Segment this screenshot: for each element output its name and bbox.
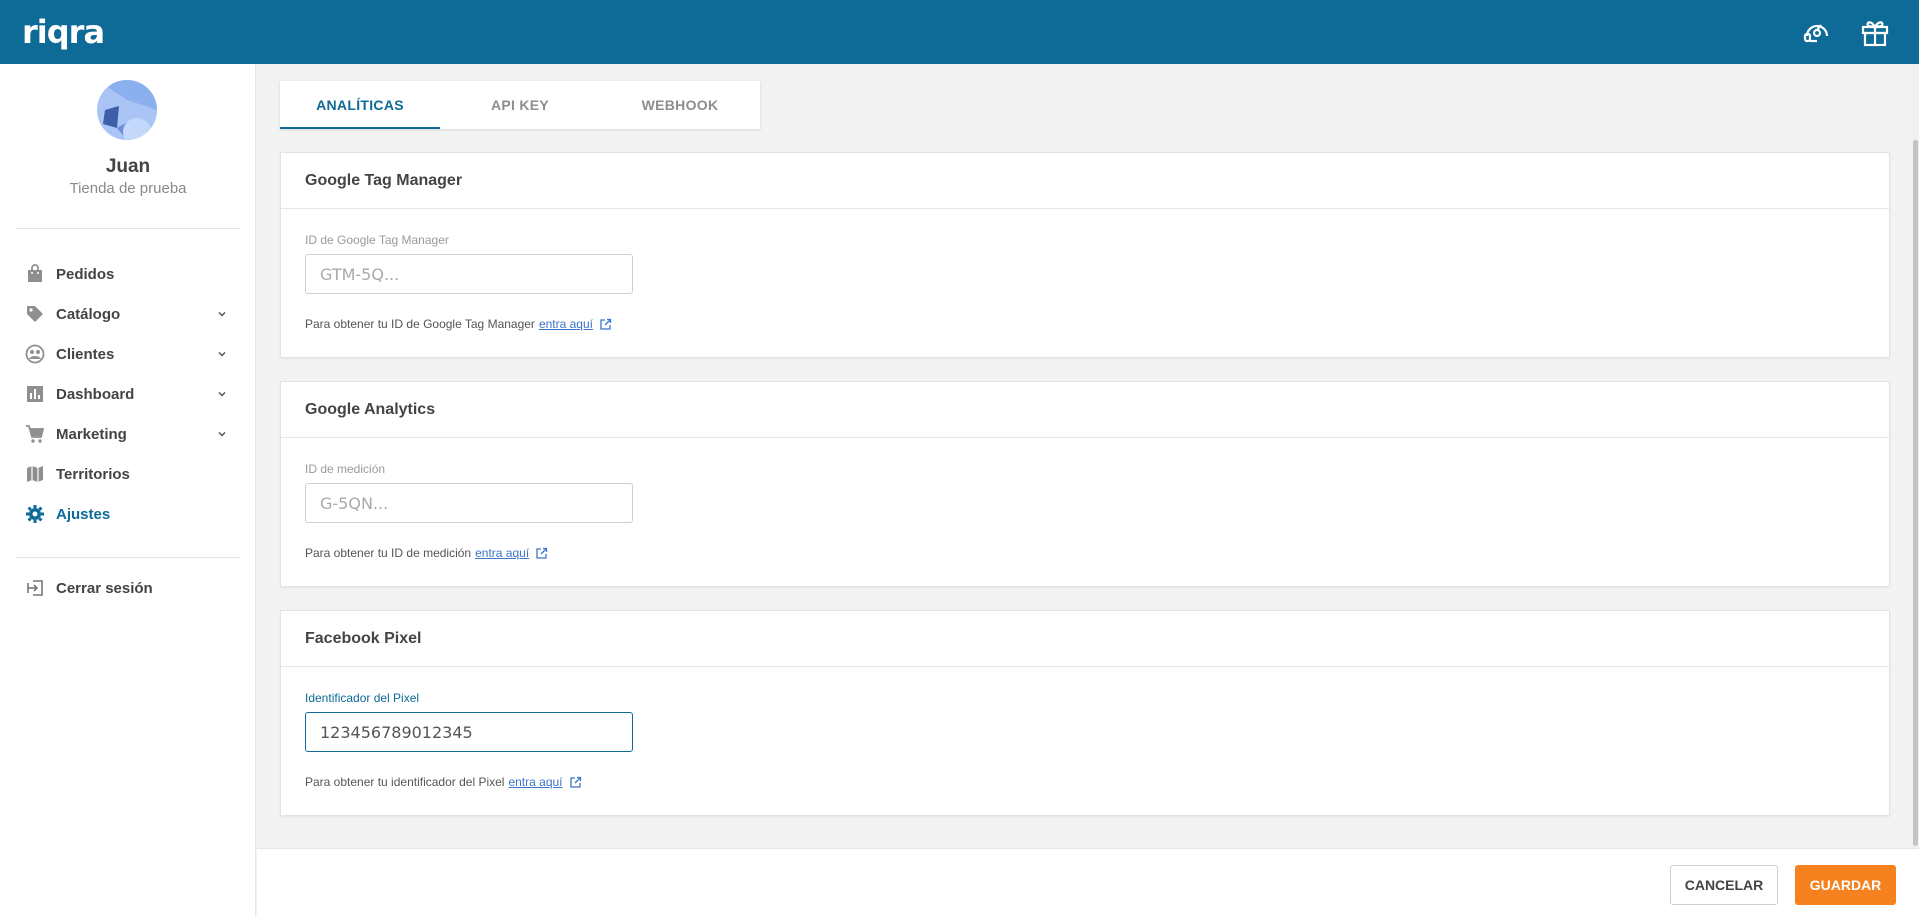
sidebar-item-catalogo[interactable]: Catálogo [0, 294, 256, 334]
sidebar-item-marketing[interactable]: Marketing [0, 414, 256, 454]
bar-chart-icon [27, 386, 43, 402]
sidebar-item-label: Pedidos [56, 265, 115, 283]
shopping-bag-icon [28, 264, 42, 282]
fb-pixel-card: Facebook Pixel Identificador del Pixel P… [280, 610, 1890, 816]
card-title: Google Tag Manager [281, 153, 1889, 209]
sidebar-nav: Pedidos Catálogo Clientes Dashboard Mark… [0, 254, 256, 534]
action-footer: CANCELAR GUARDAR [257, 848, 1919, 916]
sidebar-item-ajustes[interactable]: Ajustes [0, 494, 256, 534]
map-icon [27, 466, 43, 482]
tab-webhook[interactable]: WEBHOOK [600, 81, 760, 129]
chevron-down-icon [218, 431, 226, 437]
card-title: Google Analytics [281, 382, 1889, 438]
gear-icon [26, 505, 44, 523]
chevron-down-icon [218, 391, 226, 397]
tab-api-key[interactable]: API KEY [440, 81, 600, 129]
help-text: Para obtener tu identificador del Pixel … [305, 775, 582, 789]
sidebar-item-label: Dashboard [56, 385, 135, 403]
sidebar-divider [16, 228, 240, 229]
gift-icon[interactable] [1859, 16, 1891, 48]
clients-icon [25, 344, 45, 364]
external-link-icon[interactable] [569, 776, 582, 789]
top-header: riqra [0, 0, 1919, 64]
sidebar-item-territorios[interactable]: Territorios [0, 454, 256, 494]
ga-help-link[interactable]: entra aquí [475, 546, 529, 560]
header-actions [1801, 16, 1891, 48]
tab-analiticas[interactable]: ANALÍTICAS [280, 81, 440, 129]
main-content: ANALÍTICAS API KEY WEBHOOK Google Tag Ma… [257, 64, 1919, 916]
gtm-id-input[interactable] [305, 254, 633, 294]
ga-id-input[interactable] [305, 483, 633, 523]
gtm-card: Google Tag Manager ID de Google Tag Mana… [280, 152, 1890, 358]
sidebar-item-label: Catálogo [56, 305, 121, 323]
external-link-icon[interactable] [535, 547, 548, 560]
gtm-help-link[interactable]: entra aquí [539, 317, 593, 331]
field-label: ID de Google Tag Manager [305, 233, 449, 247]
help-label: Para obtener tu ID de Google Tag Manager [305, 317, 535, 331]
tag-icon [27, 306, 43, 322]
help-text: Para obtener tu ID de Google Tag Manager… [305, 317, 612, 331]
sidebar-item-clientes[interactable]: Clientes [0, 334, 256, 374]
chevron-down-icon [218, 311, 226, 317]
riqra-logo[interactable]: riqra [22, 13, 105, 51]
logout-label: Cerrar sesión [56, 579, 153, 597]
logout-button[interactable]: Cerrar sesión [0, 568, 256, 608]
sidebar-divider [16, 557, 240, 558]
cart-icon [26, 425, 45, 443]
sidebar: Juan Tienda de prueba Pedidos Catálogo C… [0, 64, 256, 916]
scrollbar-thumb[interactable] [1913, 140, 1918, 846]
sidebar-item-pedidos[interactable]: Pedidos [0, 254, 256, 294]
sidebar-item-dashboard[interactable]: Dashboard [0, 374, 256, 414]
help-label: Para obtener tu identificador del Pixel [305, 775, 505, 789]
sidebar-item-label: Marketing [56, 425, 127, 443]
sidebar-item-label: Ajustes [56, 505, 111, 523]
help-text: Para obtener tu ID de medición entra aqu… [305, 546, 548, 560]
field-label: Identificador del Pixel [305, 691, 420, 705]
user-name: Juan [105, 156, 151, 177]
cancel-button[interactable]: CANCELAR [1670, 865, 1778, 905]
chevron-down-icon [218, 351, 226, 357]
field-label: ID de medición [305, 462, 386, 476]
save-button[interactable]: GUARDAR [1795, 865, 1896, 905]
ga-card: Google Analytics ID de medición Para obt… [280, 381, 1890, 587]
avatar[interactable] [97, 80, 157, 140]
support-icon[interactable] [1801, 16, 1833, 48]
sidebar-item-label: Clientes [56, 345, 115, 363]
logout-icon [27, 580, 43, 596]
store-name: Tienda de prueba [69, 180, 187, 197]
external-link-icon[interactable] [599, 318, 612, 331]
card-title: Facebook Pixel [281, 611, 1889, 667]
fb-help-link[interactable]: entra aquí [508, 775, 562, 789]
settings-tabs: ANALÍTICAS API KEY WEBHOOK [280, 81, 760, 129]
help-label: Para obtener tu ID de medición [305, 546, 472, 560]
sidebar-item-label: Territorios [56, 465, 130, 483]
pixel-id-input[interactable] [305, 712, 633, 752]
